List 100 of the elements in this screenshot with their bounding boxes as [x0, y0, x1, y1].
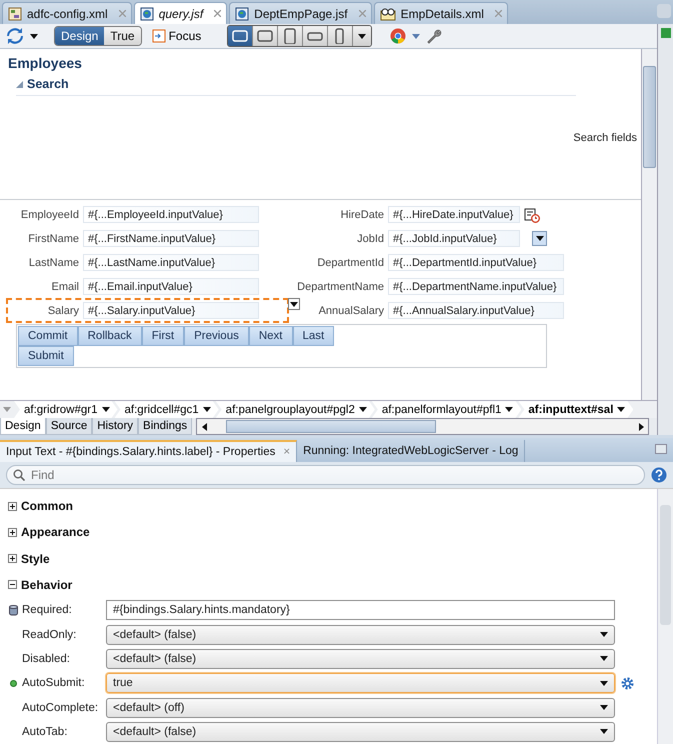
- editor-tab[interactable]: EmpDetails.xml: [374, 2, 508, 24]
- breadcrumb[interactable]: af:panelformlayout#pfl1: [372, 401, 522, 418]
- dropdown-caret-icon: [30, 34, 38, 38]
- property-label: AutoComplete:: [22, 702, 98, 714]
- mode-toggle[interactable]: Design: [55, 27, 104, 45]
- field-label: DepartmentId: [316, 256, 384, 268]
- section-header[interactable]: Common: [8, 493, 657, 520]
- caret-icon: [600, 632, 608, 638]
- caret-icon: [505, 407, 514, 412]
- collapse-icon[interactable]: [8, 580, 17, 590]
- device-preview-button[interactable]: [328, 26, 354, 46]
- dropdown[interactable]: true: [106, 673, 615, 694]
- form-button[interactable]: First: [142, 326, 184, 346]
- expand-icon[interactable]: [8, 554, 17, 564]
- caret-icon: [617, 407, 626, 412]
- property-label: ReadOnly:: [22, 628, 76, 641]
- caret-icon: [358, 34, 366, 38]
- device-icon: [256, 28, 274, 44]
- browser-icon[interactable]: [390, 28, 406, 44]
- input-field[interactable]: #{...JobId.inputValue}: [388, 230, 520, 247]
- view-tab[interactable]: Bindings: [138, 418, 192, 435]
- form-button[interactable]: Rollback: [78, 326, 142, 346]
- dropdown-button[interactable]: [532, 231, 547, 246]
- dropdown[interactable]: <default> (false): [106, 648, 615, 669]
- view-tab[interactable]: History: [92, 418, 138, 435]
- panel-tab[interactable]: Input Text - #{bindings.Salary.hints.label} - Properties ×: [0, 440, 298, 462]
- property-label: AutoSubmit:: [22, 677, 85, 690]
- input-field[interactable]: #{...HireDate.inputValue}: [388, 206, 520, 223]
- search-field[interactable]: Find: [6, 465, 645, 485]
- field-label: DepartmentName: [296, 280, 384, 292]
- device-preview-button[interactable]: [278, 26, 304, 46]
- scrollbar[interactable]: [657, 489, 673, 744]
- field-label: LastName: [28, 256, 79, 268]
- caret-icon[interactable]: [412, 34, 420, 38]
- form-button[interactable]: Last: [292, 326, 334, 346]
- globe-page-icon: [235, 6, 250, 20]
- input-field[interactable]: #{bindings.Salary.hints.mandatory}: [106, 600, 615, 620]
- form-button[interactable]: Commit: [18, 326, 78, 346]
- input-field[interactable]: #{...DepartmentName.inputValue}: [388, 278, 564, 295]
- caret-icon: [202, 407, 211, 412]
- wrench-icon[interactable]: [426, 28, 442, 44]
- caret-icon: [600, 729, 608, 734]
- form-button[interactable]: Next: [248, 326, 292, 346]
- view-tab[interactable]: Design: [0, 418, 46, 435]
- editor-tab[interactable]: query.jsf: [134, 2, 228, 24]
- caret-icon: [102, 407, 110, 412]
- input-field[interactable]: #{...Salary.inputValue}: [83, 302, 259, 319]
- section-header[interactable]: Appearance: [8, 519, 657, 546]
- breadcrumb[interactable]: af:gridcell#gc1: [114, 401, 219, 418]
- scroll-right-icon[interactable]: [638, 422, 644, 430]
- dropdown[interactable]: <default> (false): [106, 624, 615, 645]
- input-field[interactable]: #{...DepartmentId.inputValue}: [388, 254, 564, 271]
- section-header[interactable]: Style: [8, 546, 657, 572]
- breadcrumb[interactable]: af:gridrow#gr1: [14, 401, 118, 418]
- device-icon: [231, 28, 250, 44]
- caret-icon: [600, 680, 608, 686]
- breadcrumb[interactable]: af:panelgrouplayout#pgl2: [216, 401, 375, 418]
- section-header[interactable]: Behavior: [8, 572, 657, 598]
- dropdown[interactable]: <default> (false): [106, 722, 615, 742]
- input-field[interactable]: #{...LastName.inputValue}: [83, 254, 259, 271]
- focus-button[interactable]: Focus: [148, 29, 206, 43]
- input-field[interactable]: #{...FirstName.inputValue}: [83, 230, 259, 247]
- caret-icon: [290, 302, 298, 306]
- device-preview-button[interactable]: [303, 26, 328, 46]
- help-icon[interactable]: [651, 467, 667, 483]
- expand-icon[interactable]: [8, 528, 17, 537]
- dropdown[interactable]: <default> (off): [106, 698, 615, 718]
- calendar-clock-icon[interactable]: [524, 206, 540, 222]
- input-field[interactable]: #{...Email.inputValue}: [83, 278, 259, 295]
- scrollbar[interactable]: [641, 49, 657, 400]
- field-label: EmployeeId: [20, 208, 79, 220]
- gear-icon[interactable]: [621, 676, 634, 690]
- minimize-button[interactable]: [655, 444, 667, 454]
- expand-icon[interactable]: [8, 502, 17, 511]
- mode-toggle[interactable]: True: [104, 27, 141, 45]
- editor-tab[interactable]: adfc-config.xml: [2, 2, 132, 24]
- form-button[interactable]: Submit: [18, 346, 74, 366]
- device-menu-button[interactable]: [353, 26, 372, 46]
- field-label: FirstName: [27, 232, 79, 244]
- diagram-icon: [8, 6, 22, 20]
- field-label: Salary: [46, 304, 79, 316]
- refresh-icon[interactable]: [6, 27, 24, 45]
- field-label: JobId: [356, 232, 384, 244]
- editor-tab[interactable]: DeptEmpPage.jsf: [229, 2, 372, 24]
- device-preview-button[interactable]: [228, 26, 254, 46]
- close-icon[interactable]: [214, 10, 222, 17]
- property-label: AutoTab:: [22, 726, 68, 738]
- input-field[interactable]: #{...EmployeeId.inputValue}: [83, 206, 259, 223]
- input-field[interactable]: #{...AnnualSalary.inputValue}: [388, 302, 564, 319]
- collapse-triangle-icon[interactable]: [16, 80, 23, 88]
- caret-icon: [358, 407, 367, 412]
- scrollbar[interactable]: [196, 418, 649, 435]
- scroll-left-icon[interactable]: [202, 422, 207, 430]
- page-title: Employees: [8, 55, 83, 71]
- options-dropdown-button[interactable]: [288, 298, 300, 310]
- section-header[interactable]: Search: [27, 77, 69, 91]
- device-preview-button[interactable]: [253, 26, 278, 46]
- view-tab[interactable]: Source: [46, 418, 92, 435]
- form-button[interactable]: Previous: [184, 326, 249, 346]
- breadcrumb[interactable]: af:inputtext#sal: [518, 401, 634, 418]
